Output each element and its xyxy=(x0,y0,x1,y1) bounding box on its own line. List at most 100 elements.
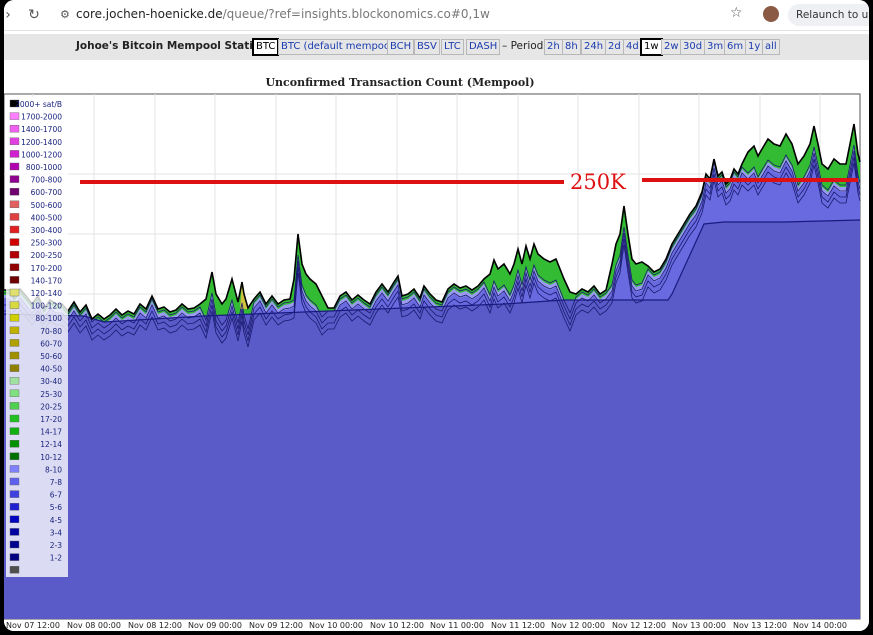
legend-label: 80-100 xyxy=(35,314,62,323)
legend-swatch xyxy=(9,477,20,486)
legend-label: 2-3 xyxy=(50,541,62,550)
legend-swatch xyxy=(9,225,20,234)
browser-window: › ↻ ⚙ core.jochen-hoenicke.de/queue/?ref… xyxy=(4,0,869,631)
legend-swatch xyxy=(9,364,20,372)
address-bar[interactable]: core.jochen-hoenicke.de/queue/?ref=insig… xyxy=(76,7,490,21)
legend-label: 4-5 xyxy=(50,516,62,525)
legend-swatch xyxy=(9,288,20,297)
legend-label: 3-4 xyxy=(50,528,62,537)
legend-label: 200-250 xyxy=(31,251,63,260)
legend-swatch xyxy=(9,150,20,158)
legend-label: 300-400 xyxy=(31,226,63,235)
url-host: core.jochen-hoenicke.de xyxy=(76,7,223,21)
legend-label: 50-60 xyxy=(40,352,62,361)
legend-swatch xyxy=(9,351,20,360)
legend-label: 800-1000 xyxy=(26,163,62,172)
period-6m[interactable]: 6m xyxy=(724,39,747,55)
legend-swatch xyxy=(9,213,20,221)
x-tick-label: Nov 11 12:00 xyxy=(491,621,545,630)
legend-swatch xyxy=(9,377,20,385)
avatar[interactable] xyxy=(763,6,779,22)
period-2d[interactable]: 2d xyxy=(605,39,624,55)
legend-swatch xyxy=(9,389,20,397)
legend-label: 6-7 xyxy=(50,491,62,500)
x-tick-label: Nov 10 00:00 xyxy=(309,621,363,630)
legend-swatch xyxy=(9,263,20,272)
legend-swatch xyxy=(9,250,20,259)
legend-swatch xyxy=(9,566,20,574)
legend-swatch xyxy=(9,162,20,171)
legend-swatch xyxy=(9,553,20,561)
period-all[interactable]: all xyxy=(762,39,780,55)
x-tick-label: Nov 09 00:00 xyxy=(188,621,242,630)
legend-swatch xyxy=(9,301,20,309)
period-24h[interactable]: 24h xyxy=(581,39,607,55)
legend-swatch xyxy=(9,402,20,410)
relaunch-button[interactable]: Relaunch to update xyxy=(788,4,869,26)
legend-swatch xyxy=(9,452,20,460)
legend-label: 120-140 xyxy=(31,289,63,298)
legend-swatch xyxy=(9,440,20,448)
period-2w[interactable]: 2w xyxy=(661,39,682,55)
legend-label: 7-8 xyxy=(50,478,62,487)
legend-swatch xyxy=(9,137,20,146)
period-1w[interactable]: 1w xyxy=(640,38,663,56)
coin-btc[interactable]: BTC xyxy=(252,38,280,56)
legend-label: 40-50 xyxy=(40,365,62,374)
legend-label: 70-80 xyxy=(40,327,62,336)
period-3m[interactable]: 3m xyxy=(704,39,727,55)
legend-swatch xyxy=(9,540,20,549)
annotation-label: 250K xyxy=(570,170,626,194)
legend-swatch xyxy=(9,326,20,334)
legend-label: 1400-1700 xyxy=(21,125,62,134)
legend-label: 400-500 xyxy=(31,213,63,222)
x-tick-label: Nov 07 12:00 xyxy=(6,621,60,630)
legend-swatch xyxy=(9,112,20,120)
coin-btc-default[interactable]: BTC (default mempool) xyxy=(278,39,400,55)
site-settings-icon[interactable]: ⚙ xyxy=(60,8,70,21)
x-tick-label: Nov 08 12:00 xyxy=(128,621,182,630)
legend-label: 250-300 xyxy=(31,239,63,248)
legend-swatch xyxy=(9,503,20,511)
coin-bch[interactable]: BCH xyxy=(387,39,415,55)
chart-svg: 2000+ sat/B 1700-2000 1400-1700 1200-1400 10… xyxy=(4,93,861,630)
legend-label: 60-70 xyxy=(40,339,62,348)
legend-swatch xyxy=(9,276,20,284)
legend-label: 17-20 xyxy=(40,415,62,424)
legend-label: 600-700 xyxy=(31,188,63,197)
x-tick-label: Nov 10 12:00 xyxy=(370,621,424,630)
legend-swatch xyxy=(9,490,20,498)
mempool-chart: Unconfirmed Transaction Count (Mempool) … xyxy=(4,64,869,631)
x-tick-label: Nov 12 00:00 xyxy=(551,621,605,630)
coin-ltc[interactable]: LTC xyxy=(441,39,464,55)
legend-label: 100-120 xyxy=(31,302,63,311)
legend-label: 5-6 xyxy=(50,503,62,512)
app-header: Johoe's Bitcoin Mempool Statistics – BTC… xyxy=(4,34,869,60)
period-4d[interactable]: 4d xyxy=(623,39,642,55)
legend-swatch xyxy=(9,175,20,183)
bookmark-star-icon[interactable]: ☆ xyxy=(730,5,743,21)
forward-icon[interactable]: › xyxy=(4,5,18,25)
reload-icon[interactable]: ↻ xyxy=(24,5,44,25)
period-8h[interactable]: 8h xyxy=(562,39,581,55)
x-tick-label: Nov 13 00:00 xyxy=(672,621,726,630)
period-2h[interactable]: 2h xyxy=(544,39,563,55)
page-title: Johoe's Bitcoin Mempool Statistics xyxy=(76,40,281,52)
period-30d[interactable]: 30d xyxy=(680,39,706,55)
legend-swatch xyxy=(9,200,20,209)
legend-label: 12-14 xyxy=(40,440,62,449)
legend-swatch xyxy=(9,313,20,322)
legend-swatch xyxy=(9,427,20,435)
legend-label: 1700-2000 xyxy=(21,113,62,122)
legend-label: 30-40 xyxy=(40,377,62,386)
coin-dash[interactable]: DASH xyxy=(466,39,501,55)
legend-label: 8-10 xyxy=(45,465,62,474)
x-tick-label: Nov 11 00:00 xyxy=(430,621,484,630)
coin-bsv[interactable]: BSV xyxy=(414,39,440,55)
legend-swatch xyxy=(9,414,20,423)
x-tick-label: Nov 14 00:00 xyxy=(793,621,847,630)
legend-swatch xyxy=(9,125,20,133)
legend-label: 20-25 xyxy=(40,402,62,411)
period-1y[interactable]: 1y xyxy=(745,39,764,55)
x-tick-label: Nov 09 12:00 xyxy=(249,621,303,630)
